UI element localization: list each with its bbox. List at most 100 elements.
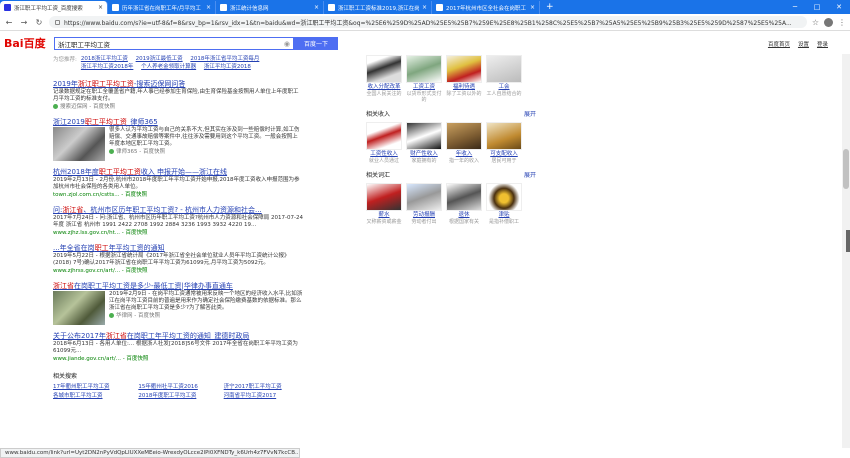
entity-card[interactable]: 福利待遇 除了工资以外的 [446, 55, 482, 103]
result-source[interactable]: www.zjhrss.gov.cn/art/... - 百度快照 [53, 267, 303, 275]
scrollbar-thumb[interactable] [843, 149, 849, 189]
recommend-link[interactable]: 2018浙江平均工资 [81, 56, 128, 62]
minimize-icon[interactable]: ─ [784, 1, 806, 14]
tab-baidu-search[interactable]: 浙江职工平均工资_百度搜索 × [0, 1, 108, 14]
entity-card[interactable]: 劳动报酬 劳动者付出 [406, 183, 442, 225]
related-searches-heading: 相关搜索 [53, 373, 78, 380]
entity-image [406, 183, 442, 211]
related-terms: 相关词汇 展开 薪水 又称薪资或薪金 劳动报酬 劳动者付出 退休 根据国家有关 津贴 是指… [366, 170, 536, 225]
entity-card[interactable]: 工资性收入 就业人员通过 [366, 122, 402, 164]
link-login[interactable]: 登录 [817, 40, 828, 48]
right-panel: 收入分配改革 全国人民关注的 工资工资 以货币形式支付的 福利待遇 除了工资以外的 工… [366, 55, 536, 231]
search-result: 浙江省在岗职工平均工资是多少-最低工资|华律办事直通车 2019年2月9日 - … [53, 281, 303, 325]
link-baidu-home[interactable]: 百度首页 [768, 40, 790, 48]
result-snippet: 记录数据规定在职工全覆盖省户籍,年人事已经参加生育保险,由生育保险基金按照用人单… [53, 89, 299, 102]
entity-card[interactable]: 可支配收入 居民可用于 [486, 122, 522, 164]
search-button[interactable]: 百度一下 [294, 37, 338, 50]
baidu-logo[interactable]: Bai百度 [4, 35, 46, 51]
related-search-link[interactable]: 17年衢州职工平均工资 [53, 383, 132, 391]
related-search-link[interactable]: 济宁2017职工平均工资 [224, 383, 303, 391]
result-source[interactable]: www.jiande.gov.cn/art/... - 百度快照 [53, 355, 303, 363]
expand-link[interactable]: 展开 [524, 109, 536, 118]
menu-dots-icon[interactable]: ⋮ [838, 18, 846, 27]
result-source[interactable]: town.zjol.com.cn/cstts... - 百度快照 [53, 191, 303, 199]
entity-card[interactable]: 工资工资 以货币形式支付的 [406, 55, 442, 103]
header-links: 百度首页 设置 登录 [768, 40, 828, 48]
recommend-link[interactable]: 浙江平均工资2018 [204, 64, 251, 70]
result-source[interactable]: 华律网 - 百度快照 [109, 312, 303, 320]
recommend-link[interactable]: 2018年浙江省平均工资每月 [190, 56, 259, 62]
link-settings[interactable]: 设置 [798, 40, 809, 48]
entity-image [366, 55, 402, 83]
entity-card[interactable]: 津贴 是指补偿职工 [486, 183, 522, 225]
url-text: https://www.baidu.com/s?ie=utf-8&f=8&rsv… [64, 19, 792, 27]
expand-link[interactable]: 展开 [524, 170, 536, 179]
result-source[interactable]: 搜索迈保网 - 百度快照 [53, 103, 303, 111]
maximize-icon[interactable]: □ [806, 1, 828, 14]
page-favicon-icon [112, 4, 119, 11]
entity-card[interactable]: 年收入 指一年的收入 [446, 122, 482, 164]
bookmark-star-icon[interactable]: ☆ [812, 18, 819, 27]
page-favicon-icon [436, 4, 443, 11]
related-searches: 相关搜索 17年衢州职工平均工资 15年衢州社平工资2016 济宁2017职工平… [53, 371, 303, 400]
result-thumbnail[interactable] [53, 127, 105, 161]
close-tab-icon[interactable]: × [206, 4, 211, 11]
result-title-link[interactable]: 2019年浙江职工平均工资-搜索迈保网问答 [53, 79, 303, 89]
result-title-link[interactable]: ...年全省在岗职工年平均工资的通知 [53, 243, 303, 253]
result-title-link[interactable]: 问:浙江省、杭州市区历年职工平均工资? - 杭州市人力资源和社会... [53, 205, 303, 215]
entity-image [366, 122, 402, 150]
profile-avatar[interactable] [824, 17, 833, 27]
result-snippet: 2019年2月9日 - 在岗平均工资通常被用来反映一个地区的经济收入水平,比如浙… [109, 291, 303, 311]
close-tab-icon[interactable]: × [314, 4, 319, 11]
close-tab-icon[interactable]: × [422, 4, 427, 11]
close-window-icon[interactable]: ✕ [828, 1, 850, 14]
search-input[interactable]: 浙江职工平均工资 ◉ [54, 37, 294, 50]
recommend-link[interactable]: 浙江平均工资2018年 [81, 64, 134, 70]
entity-card[interactable]: 收入分配改革 全国人民关注的 [366, 55, 402, 103]
related-search-link[interactable]: 2018年度职工平均工资 [138, 392, 217, 400]
entity-card[interactable]: 财产性收入 家庭拥有的 [406, 122, 442, 164]
result-title-link[interactable]: 关于公布2017年浙江省在岗职工年平均工资的通知_建德时政局 [53, 331, 303, 341]
back-icon[interactable]: ← [4, 18, 14, 27]
entity-card[interactable]: 退休 根据国家有关 [446, 183, 482, 225]
reload-icon[interactable]: ↻ [34, 18, 44, 27]
window-controls: ─ □ ✕ [784, 1, 850, 14]
result-source[interactable]: 律师365 - 百度快照 [109, 148, 303, 156]
search-result: 问:浙江省、杭州市区历年职工平均工资? - 杭州市人力资源和社会... 2017… [53, 205, 303, 237]
address-bar[interactable]: https://www.baidu.com/s?ie=utf-8&f=8&rsv… [49, 16, 807, 28]
entity-image [446, 122, 482, 150]
recommend-link[interactable]: 2019浙江最低工资 [136, 56, 183, 62]
tab-hangzhou-2017[interactable]: 2017年杭州市区全社会在岗职工 × [432, 1, 540, 14]
tab-history-wage[interactable]: 历年浙江省在岗职工年/月平均工 × [108, 1, 216, 14]
recommend-box: 为您推荐: 2018浙江平均工资 2019浙江最低工资 2018年浙江省平均工资… [53, 55, 303, 71]
result-title-link[interactable]: 杭州2018年度职工平均工资收入 申报开始——浙江在线 [53, 167, 303, 177]
search-result: 杭州2018年度职工平均工资收入 申报开始——浙江在线 2019年2月13日 -… [53, 167, 303, 199]
camera-icon[interactable]: ◉ [284, 40, 290, 48]
tab-title: 浙江职工工资标准2019,浙江在岗 [338, 5, 419, 12]
tab-stats-net[interactable]: 浙江统计信息网 × [216, 1, 324, 14]
search-header: Bai百度 浙江职工平均工资 ◉ 百度一下 百度首页 设置 登录 [0, 32, 850, 54]
result-title-link[interactable]: 浙江省在岗职工平均工资是多少-最低工资|华律办事直通车 [53, 281, 303, 291]
lock-icon [55, 19, 60, 25]
related-search-link[interactable]: 15年衢州社平工资2016 [138, 383, 217, 391]
forward-icon[interactable]: → [19, 18, 29, 27]
side-edge-handle[interactable] [846, 230, 850, 252]
close-tab-icon[interactable]: × [530, 4, 535, 11]
related-income-heading: 相关收入 [366, 111, 391, 118]
recommend-label: 为您推荐: [53, 57, 77, 63]
close-tab-icon[interactable]: × [98, 4, 103, 11]
result-snippet: 2019年2月13日 - 2月份,杭州市2018年度职工年平均工资开始申报,20… [53, 177, 300, 190]
result-source[interactable]: www.zjhz.lss.gov.cn/ht... - 百度快照 [53, 229, 303, 237]
new-tab-button[interactable]: + [540, 1, 560, 14]
recommend-link[interactable]: 个人养老金领取计算器 [141, 64, 196, 70]
entity-card[interactable]: 工会 工人自愿结合的 [486, 55, 522, 103]
result-thumbnail[interactable] [53, 291, 105, 325]
tab-title: 2017年杭州市区全社会在岗职工 [446, 5, 526, 12]
search-result: 2019年浙江职工平均工资-搜索迈保网问答 记录数据规定在职工全覆盖省户籍,年人… [53, 79, 303, 111]
result-snippet: 2018年6月13日 - 各用人单位:... 根据浙人社发[2018]56号文件… [53, 341, 298, 354]
related-search-link[interactable]: 河南省平均工资2017 [224, 392, 303, 400]
entity-card[interactable]: 薪水 又称薪资或薪金 [366, 183, 402, 225]
result-title-link[interactable]: 浙江2019职工平均工资_律师365 [53, 117, 303, 127]
tab-wage-standard[interactable]: 浙江职工工资标准2019,浙江在岗 × [324, 1, 432, 14]
related-search-link[interactable]: 各城市职工平均工资 [53, 392, 132, 400]
